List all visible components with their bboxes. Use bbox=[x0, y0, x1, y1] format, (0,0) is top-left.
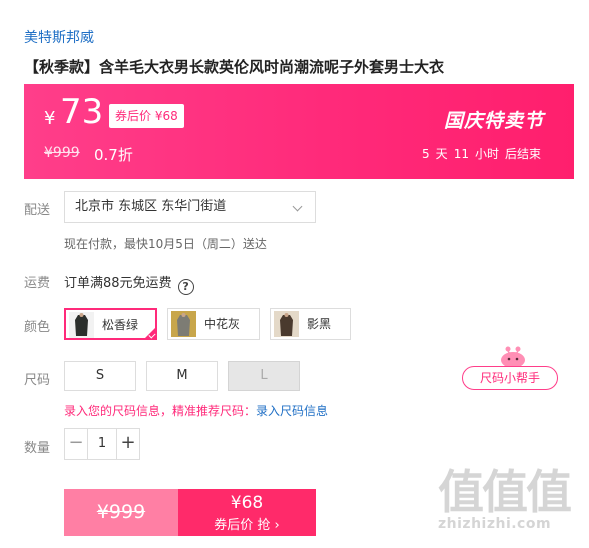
original-price-button[interactable]: ¥999 bbox=[64, 489, 178, 536]
size-hint-text: 录入您的尺码信息，精准推荐尺码： bbox=[64, 404, 257, 418]
delivery-label: 配送 bbox=[24, 203, 51, 218]
color-label: 颜色 bbox=[24, 320, 51, 335]
selected-check-icon bbox=[143, 326, 157, 340]
size-helper-label: 尺码小帮手 bbox=[462, 366, 558, 390]
countdown-days: 5 bbox=[422, 147, 430, 161]
event-name: 国庆特卖节 bbox=[443, 110, 544, 132]
size-hint: 录入您的尺码信息，精准推荐尺码：录入尺码信息 bbox=[64, 402, 328, 419]
countdown-days-unit: 天 bbox=[435, 147, 448, 161]
freight-info: 订单满88元免运费? bbox=[64, 272, 194, 295]
decrement-button[interactable]: − bbox=[65, 429, 87, 459]
question-circle-icon[interactable]: ? bbox=[177, 279, 194, 295]
discount-rate: 0.7折 bbox=[94, 146, 133, 164]
color-option-label: 影黑 bbox=[307, 317, 332, 331]
watermark-glyphs: 值值值 bbox=[438, 465, 572, 519]
cta-original-price: ¥999 bbox=[96, 501, 146, 523]
freight-text: 订单满88元免运费 bbox=[64, 276, 172, 291]
countdown: 5 天 11 小时 后结束 bbox=[419, 145, 544, 162]
size-option-l: L bbox=[228, 361, 300, 391]
mascot-icon bbox=[501, 346, 525, 368]
promo-price: 73 bbox=[60, 92, 104, 132]
coat-thumbnail-grey bbox=[171, 311, 196, 337]
countdown-hours: 11 bbox=[453, 147, 469, 161]
address-value: 北京市 东城区 东华门街道 bbox=[75, 199, 227, 214]
countdown-suffix: 后结束 bbox=[504, 147, 541, 161]
size-option-s[interactable]: S bbox=[64, 361, 136, 391]
countdown-hours-unit: 小时 bbox=[474, 147, 499, 161]
buy-with-coupon-button[interactable]: ¥68 券后价 抢 › bbox=[178, 489, 316, 536]
size-option-m[interactable]: M bbox=[146, 361, 218, 391]
product-title: 【秋季款】含羊毛大衣男长款英伦风时尚潮流呢子外套男士大衣 bbox=[24, 58, 445, 76]
freight-label: 运费 bbox=[24, 276, 51, 291]
delivery-note: 现在付款，最快10月5日（周二）送达 bbox=[64, 237, 267, 251]
chevron-down-icon bbox=[292, 201, 303, 212]
promo-banner: ¥ 73 券后价 ¥68 ¥999 0.7折 国庆特卖节 5 天 11 小时 后结束 bbox=[24, 84, 574, 179]
size-helper-button[interactable]: 尺码小帮手 bbox=[462, 344, 562, 392]
increment-button[interactable]: + bbox=[117, 429, 139, 459]
original-price: ¥999 bbox=[44, 145, 80, 161]
coat-thumbnail-green bbox=[69, 312, 94, 338]
address-select[interactable]: 北京市 东城区 东华门街道 bbox=[64, 191, 316, 223]
color-option-grey[interactable]: 中花灰 bbox=[167, 308, 260, 340]
quantity-input[interactable]: 1 bbox=[87, 429, 117, 459]
coat-thumbnail-black bbox=[274, 311, 299, 337]
brand-link[interactable]: 美特斯邦威 bbox=[24, 27, 94, 47]
coupon-price-tag: 券后价 ¥68 bbox=[109, 104, 184, 128]
enter-size-link[interactable]: 录入尺码信息 bbox=[256, 404, 328, 418]
cta-coupon-price: ¥68 bbox=[230, 493, 264, 513]
quantity-label: 数量 bbox=[24, 441, 51, 456]
color-option-label: 松香绿 bbox=[102, 318, 139, 332]
size-label: 尺码 bbox=[24, 373, 51, 388]
color-option-label: 中花灰 bbox=[204, 317, 241, 331]
currency-symbol: ¥ bbox=[44, 108, 56, 129]
quantity-stepper: − 1 + bbox=[64, 428, 140, 460]
color-option-black[interactable]: 影黑 bbox=[270, 308, 351, 340]
watermark: 值值值 zhizhizhi.com bbox=[438, 456, 583, 546]
color-option-pine-green[interactable]: 松香绿 bbox=[64, 308, 157, 340]
cta-coupon-action: 券后价 抢 › bbox=[214, 518, 280, 533]
